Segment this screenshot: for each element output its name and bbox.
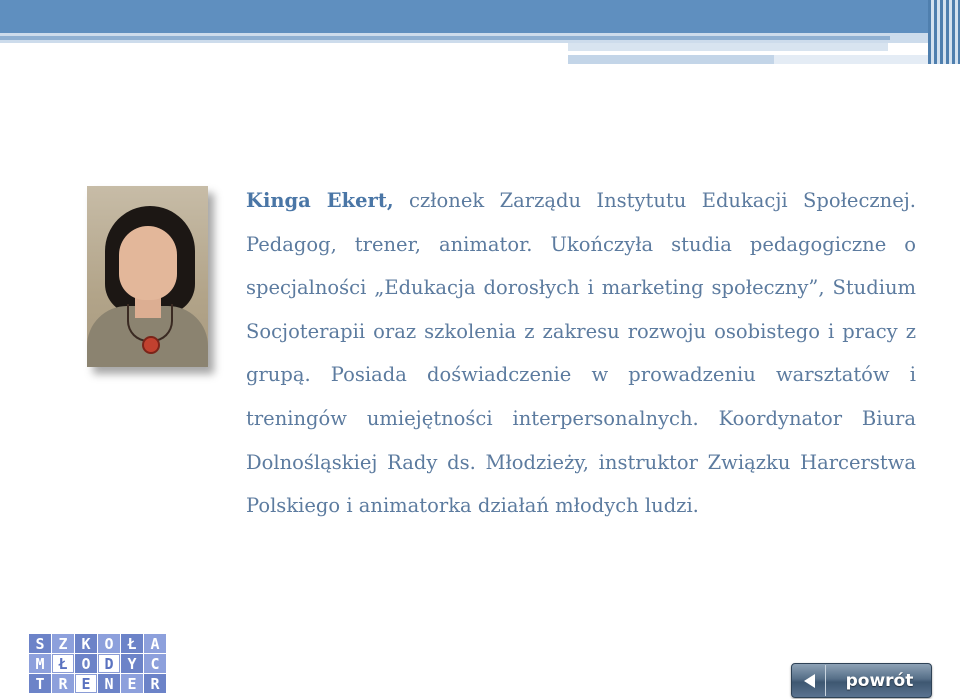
logo-letter: S xyxy=(29,634,51,653)
logo-letter: R xyxy=(144,674,166,693)
logo-letter: T xyxy=(29,674,51,693)
back-button[interactable]: powrót xyxy=(791,663,932,698)
header-segment xyxy=(774,55,930,64)
logo-letter: K xyxy=(75,634,97,653)
bio-text: członek Zarządu Instytutu Edukacji Społe… xyxy=(246,189,916,518)
logo-letter: O xyxy=(75,654,97,673)
logo-letter: E xyxy=(121,674,143,693)
header-bar-main xyxy=(0,0,960,33)
logo-letter: N xyxy=(98,674,120,693)
logo-letter: M xyxy=(29,654,51,673)
profile-photo xyxy=(87,186,208,367)
logo-letter: E xyxy=(75,674,97,693)
logo-letter: Y xyxy=(121,654,143,673)
header-segment xyxy=(568,43,888,51)
person-name: Kinga Ekert, xyxy=(246,189,394,212)
logo-letter: O xyxy=(98,634,120,653)
logo-letter: C xyxy=(144,654,166,673)
logo-letter: Ł xyxy=(121,634,143,653)
bio-paragraph: Kinga Ekert, członek Zarządu Instytutu E… xyxy=(246,179,916,528)
logo-szkola-mlodych-trenerow: S Z K O Ł A M Ł O D Y C T R E N E R xyxy=(29,634,166,693)
back-button-label: powrót xyxy=(845,670,914,691)
logo-letter: A xyxy=(144,634,166,653)
logo-letter: Z xyxy=(52,634,74,653)
logo-letter: D xyxy=(98,654,120,673)
header-bar-mid xyxy=(0,36,890,40)
arrow-left-icon xyxy=(793,665,826,696)
logo-letter: Ł xyxy=(52,654,74,673)
logo-letter: R xyxy=(52,674,74,693)
header-segment xyxy=(568,55,774,64)
header-stripes xyxy=(928,0,960,64)
